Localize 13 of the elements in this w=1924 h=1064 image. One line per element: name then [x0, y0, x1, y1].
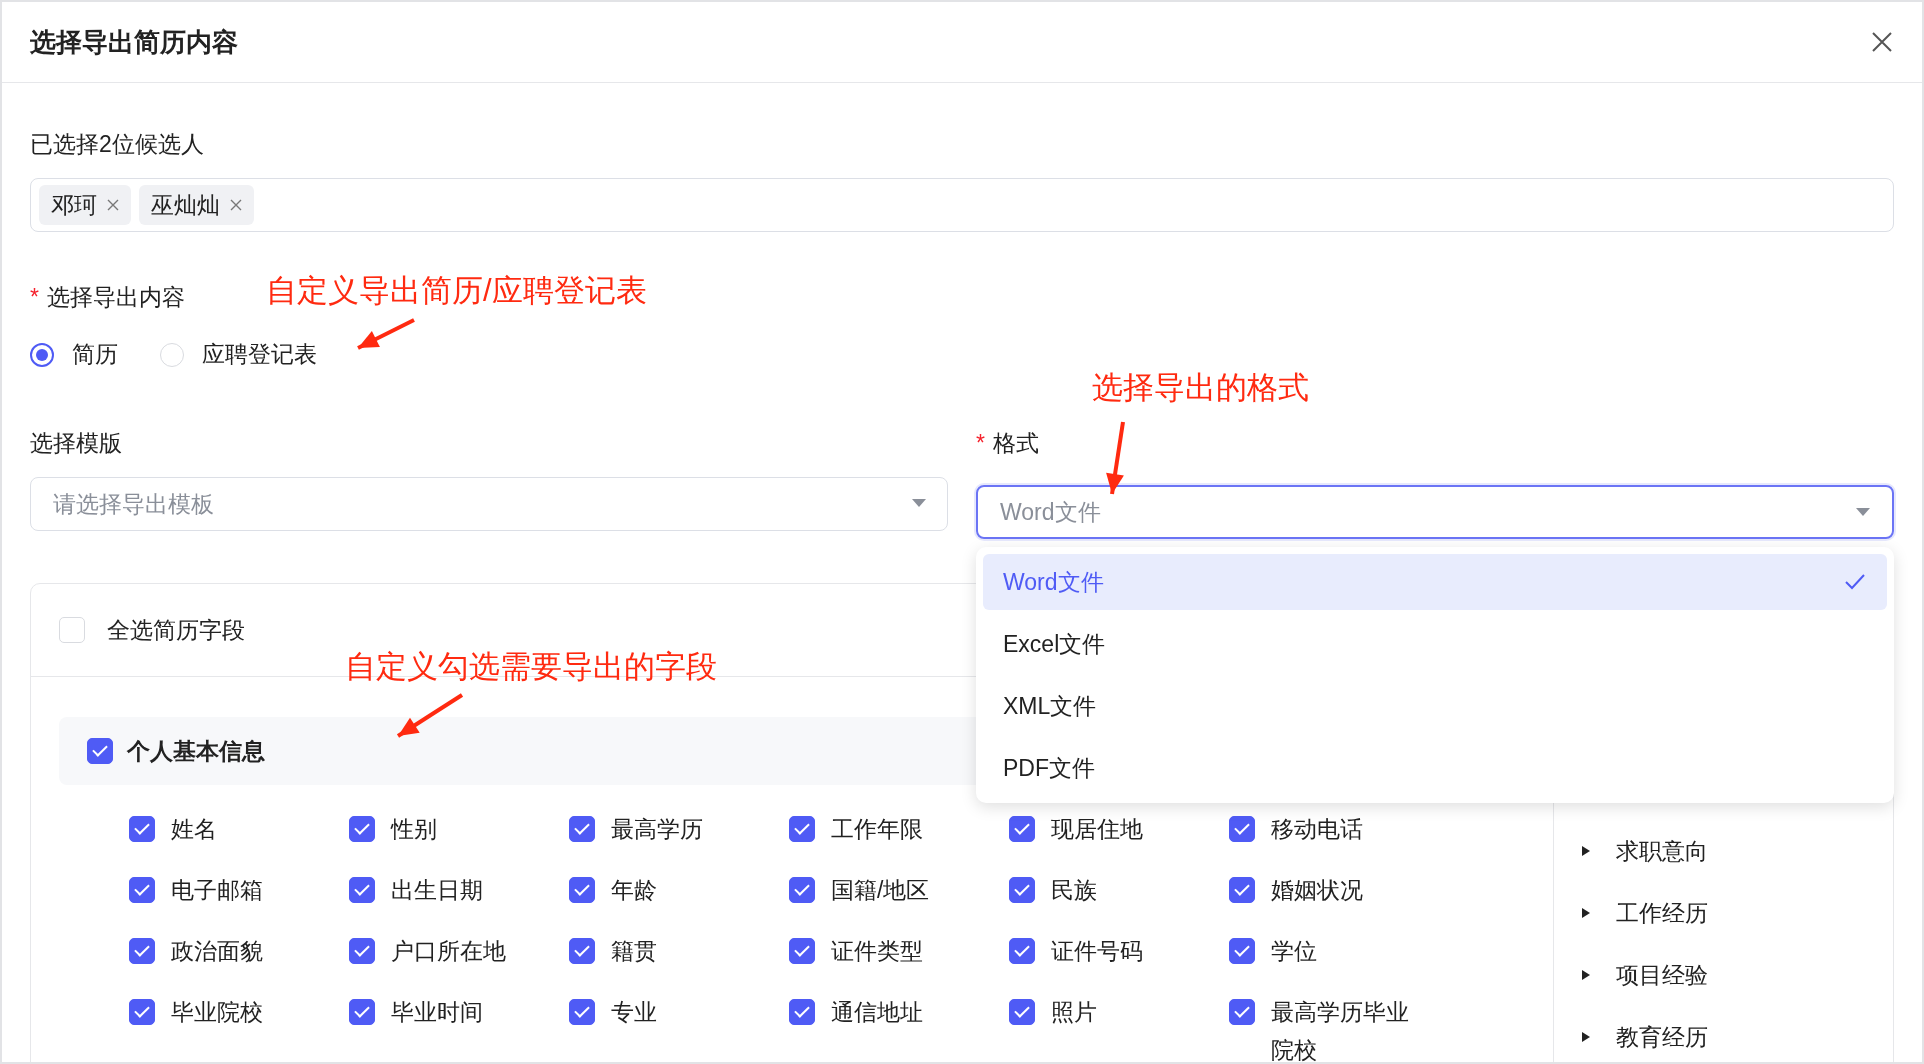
annotation-text: 选择导出的格式 [1092, 369, 1309, 407]
field-label: 选择模版 [30, 429, 122, 458]
field-label: 格式 [992, 429, 1039, 458]
dialog-title: 选择导出简历内容 [30, 25, 238, 59]
select-value: Word文件 [1000, 497, 1101, 527]
field-label: 选择导出内容 [46, 283, 185, 312]
required-mark: * [30, 284, 39, 311]
annotation-text: 自定义导出简历/应聘登记表 [266, 272, 647, 310]
field-label: 已选择2位候选人 [30, 130, 204, 159]
tag-label: 邓珂 [51, 190, 97, 220]
annotation-text: 自定义勾选需要导出的字段 [345, 648, 717, 686]
required-mark: * [976, 430, 985, 457]
tag-label: 巫灿灿 [151, 190, 220, 220]
